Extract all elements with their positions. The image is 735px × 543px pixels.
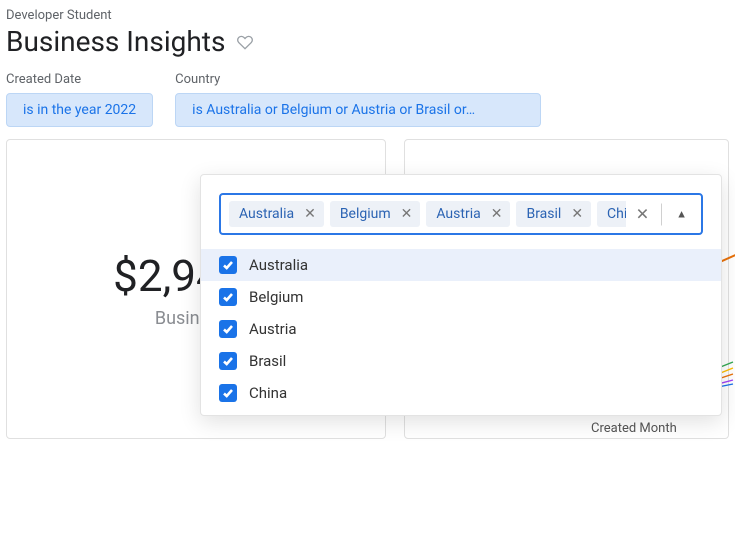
checkbox-checked-icon[interactable] (219, 352, 237, 370)
country-option[interactable]: China (201, 377, 721, 409)
filter-country: Country is Australia or Belgium or Austr… (175, 72, 541, 127)
control-divider (661, 203, 662, 225)
checkbox-checked-icon[interactable] (219, 256, 237, 274)
chip-remove-icon[interactable]: ✕ (304, 206, 316, 222)
chip-remove-icon[interactable]: ✕ (571, 206, 583, 222)
page-title: Business Insights (6, 25, 225, 58)
filters-bar: Created Date is in the year 2022 Country… (0, 72, 735, 139)
chip-label: Australia (239, 206, 294, 222)
filter-label-created-date: Created Date (6, 72, 153, 87)
option-label: Austria (249, 320, 297, 338)
checkbox-checked-icon[interactable] (219, 288, 237, 306)
option-label: China (249, 384, 287, 402)
chip-label: Brasil (526, 206, 561, 222)
country-chip: Austria ✕ (426, 201, 510, 227)
multiselect-controls: ✕ ▲ (626, 201, 695, 228)
country-chip: Belgium ✕ (330, 201, 421, 227)
country-chip: Brasil ✕ (516, 201, 591, 227)
option-label: Brasil (249, 352, 286, 370)
filter-pill-created-date[interactable]: is in the year 2022 (6, 93, 153, 127)
country-option[interactable]: Brasil (201, 345, 721, 377)
clear-all-icon[interactable]: ✕ (630, 201, 655, 228)
checkbox-checked-icon[interactable] (219, 320, 237, 338)
chip-remove-icon[interactable]: ✕ (401, 206, 413, 222)
option-label: Belgium (249, 288, 303, 306)
country-option[interactable]: Belgium (201, 281, 721, 313)
filter-pill-country[interactable]: is Australia or Belgium or Austria or Br… (175, 93, 541, 127)
favorite-heart-icon[interactable] (235, 32, 255, 52)
chip-label: Austria (436, 206, 480, 222)
option-label: Australia (249, 256, 308, 274)
country-dropdown-panel: Australia ✕ Belgium ✕ Austria ✕ Brasil ✕ China ✕ … (200, 174, 722, 416)
country-option[interactable]: Austria (201, 313, 721, 345)
chip-label: Belgium (340, 206, 391, 222)
filter-created-date: Created Date is in the year 2022 (6, 72, 153, 127)
chip-remove-icon[interactable]: ✕ (491, 206, 503, 222)
filter-label-country: Country (175, 72, 541, 87)
country-multiselect-input[interactable]: Australia✕Belgium✕Austria✕Brasil✕China✕ … (219, 193, 703, 235)
country-option-list: Australia Belgium Austria Brasil China (201, 249, 721, 415)
collapse-caret-icon[interactable]: ▲ (668, 204, 695, 225)
checkbox-checked-icon[interactable] (219, 384, 237, 402)
title-row: Business Insights (0, 23, 735, 72)
country-option[interactable]: Australia (201, 249, 721, 281)
country-chip: Australia ✕ (229, 201, 324, 227)
x-axis-label: Created Month (591, 421, 677, 436)
breadcrumb[interactable]: Developer Student (0, 0, 735, 23)
